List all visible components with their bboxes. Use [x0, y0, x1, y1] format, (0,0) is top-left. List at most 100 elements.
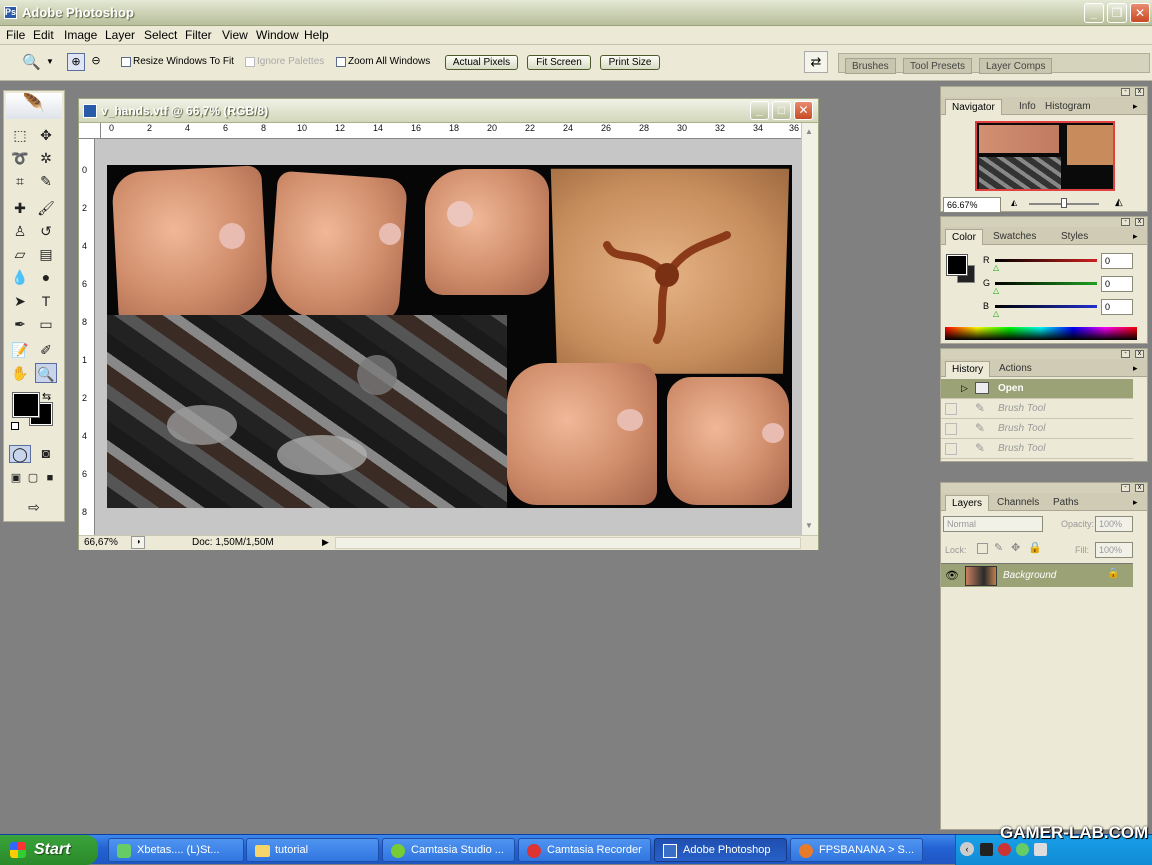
taskbar-item[interactable]: tutorial: [246, 838, 379, 862]
chevron-down-icon[interactable]: ▼: [46, 57, 54, 66]
ruler-origin[interactable]: [79, 123, 101, 139]
actual-pixels-button[interactable]: Actual Pixels: [445, 55, 518, 70]
tray-expand-icon[interactable]: ‹: [960, 842, 974, 856]
tab-layers[interactable]: Layers: [945, 495, 990, 511]
color-fg-swatch[interactable]: [946, 254, 968, 276]
jump-to-imageready-icon[interactable]: ⇨: [12, 497, 56, 517]
fill-field[interactable]: 100%: [1095, 542, 1133, 558]
lock-image-icon[interactable]: ✎: [994, 541, 1003, 554]
start-button[interactable]: Start: [0, 835, 98, 865]
panel-minimize-icon[interactable]: -: [1121, 88, 1130, 96]
status-arrow-icon[interactable]: ▶: [322, 537, 329, 548]
taskbar-item[interactable]: Xbetas.... (L)St...: [108, 838, 244, 862]
lock-transparency-icon[interactable]: [977, 543, 988, 554]
standard-mode-icon[interactable]: ◯: [9, 445, 31, 463]
magic-wand-icon[interactable]: ✲: [35, 148, 57, 168]
blur-tool-icon[interactable]: 💧: [9, 267, 31, 287]
zoom-level[interactable]: 66,67%: [84, 537, 118, 548]
taskbar-item[interactable]: FPSBANANA > S...: [790, 838, 923, 862]
panel-close-icon[interactable]: x: [1135, 218, 1144, 226]
history-brush-icon[interactable]: ↺: [35, 221, 57, 241]
slider-thumb[interactable]: △: [993, 263, 999, 272]
tab-paths[interactable]: Paths: [1047, 495, 1085, 511]
dodge-tool-icon[interactable]: ●: [35, 267, 57, 287]
panel-close-icon[interactable]: x: [1135, 484, 1144, 492]
blue-slider[interactable]: [995, 305, 1097, 308]
tab-swatches[interactable]: Swatches: [987, 229, 1042, 245]
doc-close-button[interactable]: ✕: [794, 101, 813, 120]
history-item[interactable]: ▷ Open: [941, 379, 1133, 399]
history-item[interactable]: ✎ Brush Tool: [941, 399, 1133, 419]
pen-tool-icon[interactable]: ✒: [9, 314, 31, 334]
notes-tool-icon[interactable]: 📝: [9, 340, 31, 360]
menu-image[interactable]: Image: [64, 28, 97, 42]
gradient-tool-icon[interactable]: ▤: [35, 244, 57, 264]
taskbar-item[interactable]: Camtasia Recorder: [518, 838, 651, 862]
scroll-up-icon[interactable]: ▲: [805, 127, 813, 136]
green-value-field[interactable]: 0: [1101, 276, 1133, 292]
layer-name[interactable]: Background: [1003, 570, 1056, 581]
resize-windows-checkbox[interactable]: [121, 57, 131, 67]
tab-color[interactable]: Color: [945, 229, 983, 245]
zoom-in-small-icon[interactable]: ◭: [1115, 197, 1123, 208]
taskbar-item[interactable]: Adobe Photoshop: [654, 838, 787, 862]
print-size-button[interactable]: Print Size: [600, 55, 660, 70]
tab-styles[interactable]: Styles: [1055, 229, 1094, 245]
maximize-button[interactable]: ❐: [1107, 3, 1127, 23]
crop-tool-icon[interactable]: ⌗: [9, 171, 31, 191]
menu-window[interactable]: Window: [256, 28, 299, 42]
zoom-all-windows-checkbox[interactable]: [336, 57, 346, 67]
tab-brushes[interactable]: Brushes: [845, 58, 896, 74]
zoom-out-small-icon[interactable]: ◭: [1011, 198, 1017, 207]
tray-app-icon[interactable]: [1016, 843, 1029, 856]
navigator-zoom-field[interactable]: 66.67%: [943, 197, 1001, 213]
panel-minimize-icon[interactable]: -: [1121, 350, 1130, 358]
status-menu-icon[interactable]: ◑: [131, 536, 145, 549]
history-item[interactable]: ✎ Brush Tool: [941, 419, 1133, 439]
vertical-scrollbar[interactable]: ▲ ▼: [801, 123, 818, 535]
close-button[interactable]: ✕: [1130, 3, 1150, 23]
eye-icon[interactable]: 👁: [945, 569, 959, 582]
opacity-field[interactable]: 100%: [1095, 516, 1133, 532]
menu-select[interactable]: Select: [144, 28, 177, 42]
eraser-tool-icon[interactable]: ▱: [9, 244, 31, 264]
slice-tool-icon[interactable]: ✎: [35, 171, 57, 191]
menu-filter[interactable]: Filter: [185, 28, 212, 42]
lock-all-icon[interactable]: 🔒: [1028, 541, 1042, 554]
menu-help[interactable]: Help: [304, 28, 329, 42]
blue-value-field[interactable]: 0: [1101, 299, 1133, 315]
horizontal-scrollbar[interactable]: [335, 537, 801, 549]
zoom-in-icon[interactable]: ⊕: [67, 53, 85, 71]
zoom-tool-icon[interactable]: 🔍: [35, 363, 57, 383]
panel-menu-icon[interactable]: ▸: [1133, 363, 1138, 374]
taskbar-item[interactable]: Camtasia Studio ...: [382, 838, 515, 862]
type-tool-icon[interactable]: T: [35, 291, 57, 311]
scroll-down-icon[interactable]: ▼: [805, 521, 813, 530]
panel-menu-icon[interactable]: ▸: [1133, 497, 1138, 508]
panel-close-icon[interactable]: x: [1135, 350, 1144, 358]
tab-navigator[interactable]: Navigator: [945, 99, 1002, 115]
feather-logo-icon[interactable]: 🪶: [6, 93, 62, 119]
panel-minimize-icon[interactable]: -: [1121, 484, 1130, 492]
screen-mode-full-icon[interactable]: ■: [41, 471, 59, 487]
swap-colors-icon[interactable]: ⇆: [42, 390, 51, 403]
blend-mode-select[interactable]: Normal: [943, 516, 1043, 532]
tab-histogram[interactable]: Histogram: [1039, 99, 1097, 115]
brush-tool-icon[interactable]: 🖌: [35, 198, 57, 218]
menu-file[interactable]: File: [6, 28, 25, 42]
layer-row[interactable]: 👁 Background 🔒: [941, 563, 1133, 587]
vertical-ruler[interactable]: 0 2 4 6 8 1 2 4 6 8: [79, 139, 95, 535]
slider-thumb[interactable]: △: [993, 286, 999, 295]
rectangle-tool-icon[interactable]: ▭: [35, 314, 57, 334]
texture-image[interactable]: [107, 165, 792, 508]
history-brush-source-box[interactable]: [945, 423, 957, 435]
tray-app-icon[interactable]: [998, 843, 1011, 856]
lock-position-icon[interactable]: ✥: [1011, 541, 1020, 554]
color-spectrum-ramp[interactable]: [945, 327, 1137, 340]
green-slider[interactable]: [995, 282, 1097, 285]
doc-maximize-button[interactable]: □: [772, 101, 791, 120]
doc-minimize-button[interactable]: _: [750, 101, 769, 120]
zoom-out-icon[interactable]: ⊖: [87, 53, 105, 71]
tab-layer-comps[interactable]: Layer Comps: [979, 58, 1053, 74]
menu-view[interactable]: View: [222, 28, 248, 42]
